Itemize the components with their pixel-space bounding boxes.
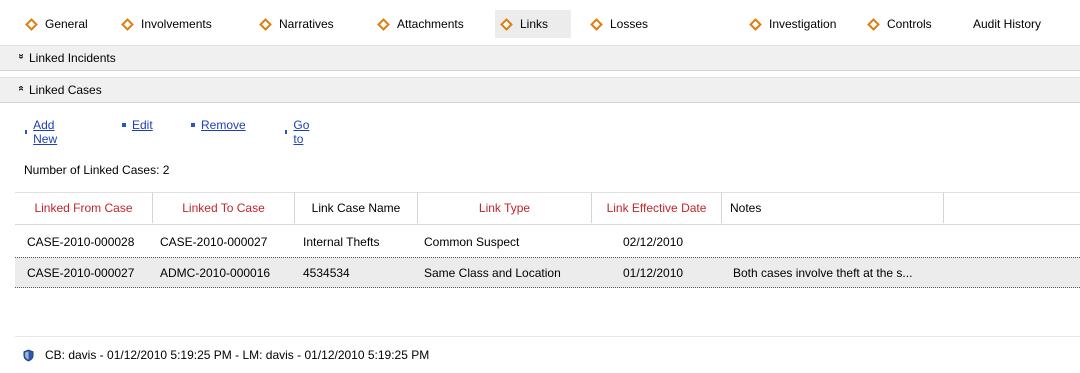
diamond-icon [500,17,513,31]
column-header-linked-to[interactable]: Linked To Case [153,193,295,223]
section-title: Linked Cases [29,83,102,97]
linked-cases-grid: Linked From Case Linked To Case Link Cas… [15,192,1080,337]
bullet-icon [285,130,288,134]
cell-link-type: Common Suspect [424,234,520,249]
tab-label: Investigation [769,17,837,31]
tab-label: General [45,17,88,31]
tab-strip: General Involvements Narratives Attachme… [0,0,1080,38]
column-header-link-case-name[interactable]: Link Case Name [295,193,418,223]
diamond-icon [590,17,603,31]
cell-linked-to: CASE-2010-000027 [160,234,268,249]
edit-link[interactable]: Edit [122,118,153,132]
diamond-icon [25,17,38,31]
bullet-icon [122,123,126,127]
double-chevron-up-icon: « [15,84,27,91]
table-row[interactable]: CASE-2010-000028 CASE-2010-000027 Intern… [15,226,1080,257]
audit-text: CB: davis - 01/12/2010 5:19:25 PM - LM: … [45,348,430,362]
tab-investigation[interactable]: Investigation [744,10,843,38]
linked-incidents-header[interactable]: » Linked Incidents [0,45,1080,71]
grid-header: Linked From Case Linked To Case Link Cas… [15,193,1080,225]
cell-linked-from: CASE-2010-000027 [27,265,135,280]
remove-link[interactable]: Remove [191,118,246,132]
tab-narratives[interactable]: Narratives [254,10,341,38]
bullet-icon [25,130,28,134]
tab-controls[interactable]: Controls [862,10,939,38]
tab-label: Audit History [973,17,1042,31]
tab-attachments[interactable]: Attachments [372,10,471,38]
tab-label: Controls [887,17,932,31]
go-to-link[interactable]: Go to [285,118,311,146]
column-header-link-type[interactable]: Link Type [418,193,592,223]
tab-label: Narratives [279,17,334,31]
cell-effective-date: 02/12/2010 [623,234,684,249]
grid-empty-area [15,286,1080,337]
cell-link-case-name: Internal Thefts [303,234,380,249]
tab-label: Attachments [397,17,464,31]
table-row[interactable]: CASE-2010-000027 ADMC-2010-000016 453453… [15,257,1080,288]
diamond-icon [259,17,272,31]
double-chevron-down-icon: » [15,52,27,59]
tab-links[interactable]: Links [495,10,571,38]
add-new-link[interactable]: Add New [25,118,59,146]
section-title: Linked Incidents [29,51,116,65]
cell-link-case-name: 4534534 [303,265,350,280]
diamond-icon [377,17,390,31]
bullet-icon [191,123,195,127]
column-header-linked-from[interactable]: Linked From Case [15,193,153,223]
shield-icon [23,349,34,361]
diamond-icon [749,17,762,31]
tab-label: Links [520,17,549,31]
column-header-effective-date[interactable]: Link Effective Date [592,193,722,223]
audit-footer: CB: davis - 01/12/2010 5:19:25 PM - LM: … [22,345,429,365]
cell-effective-date: 01/12/2010 [623,265,684,280]
linked-cases-count: Number of Linked Cases: 2 [24,163,170,177]
cell-linked-to: ADMC-2010-000016 [160,265,271,280]
cell-notes: Both cases involve theft at the s... [733,265,913,280]
tab-general[interactable]: General [20,10,95,38]
tab-label: Losses [610,17,649,31]
column-header-notes[interactable]: Notes [722,193,944,223]
tab-losses[interactable]: Losses [585,10,655,38]
diamond-icon [867,17,880,31]
diamond-icon [121,17,134,31]
cell-link-type: Same Class and Location [424,265,561,280]
tab-label: Involvements [141,17,212,31]
cell-linked-from: CASE-2010-000028 [27,234,135,249]
linked-cases-header[interactable]: « Linked Cases [0,77,1080,103]
tab-involvements[interactable]: Involvements [116,10,219,38]
tab-audit-history[interactable]: Audit History [966,10,1048,38]
